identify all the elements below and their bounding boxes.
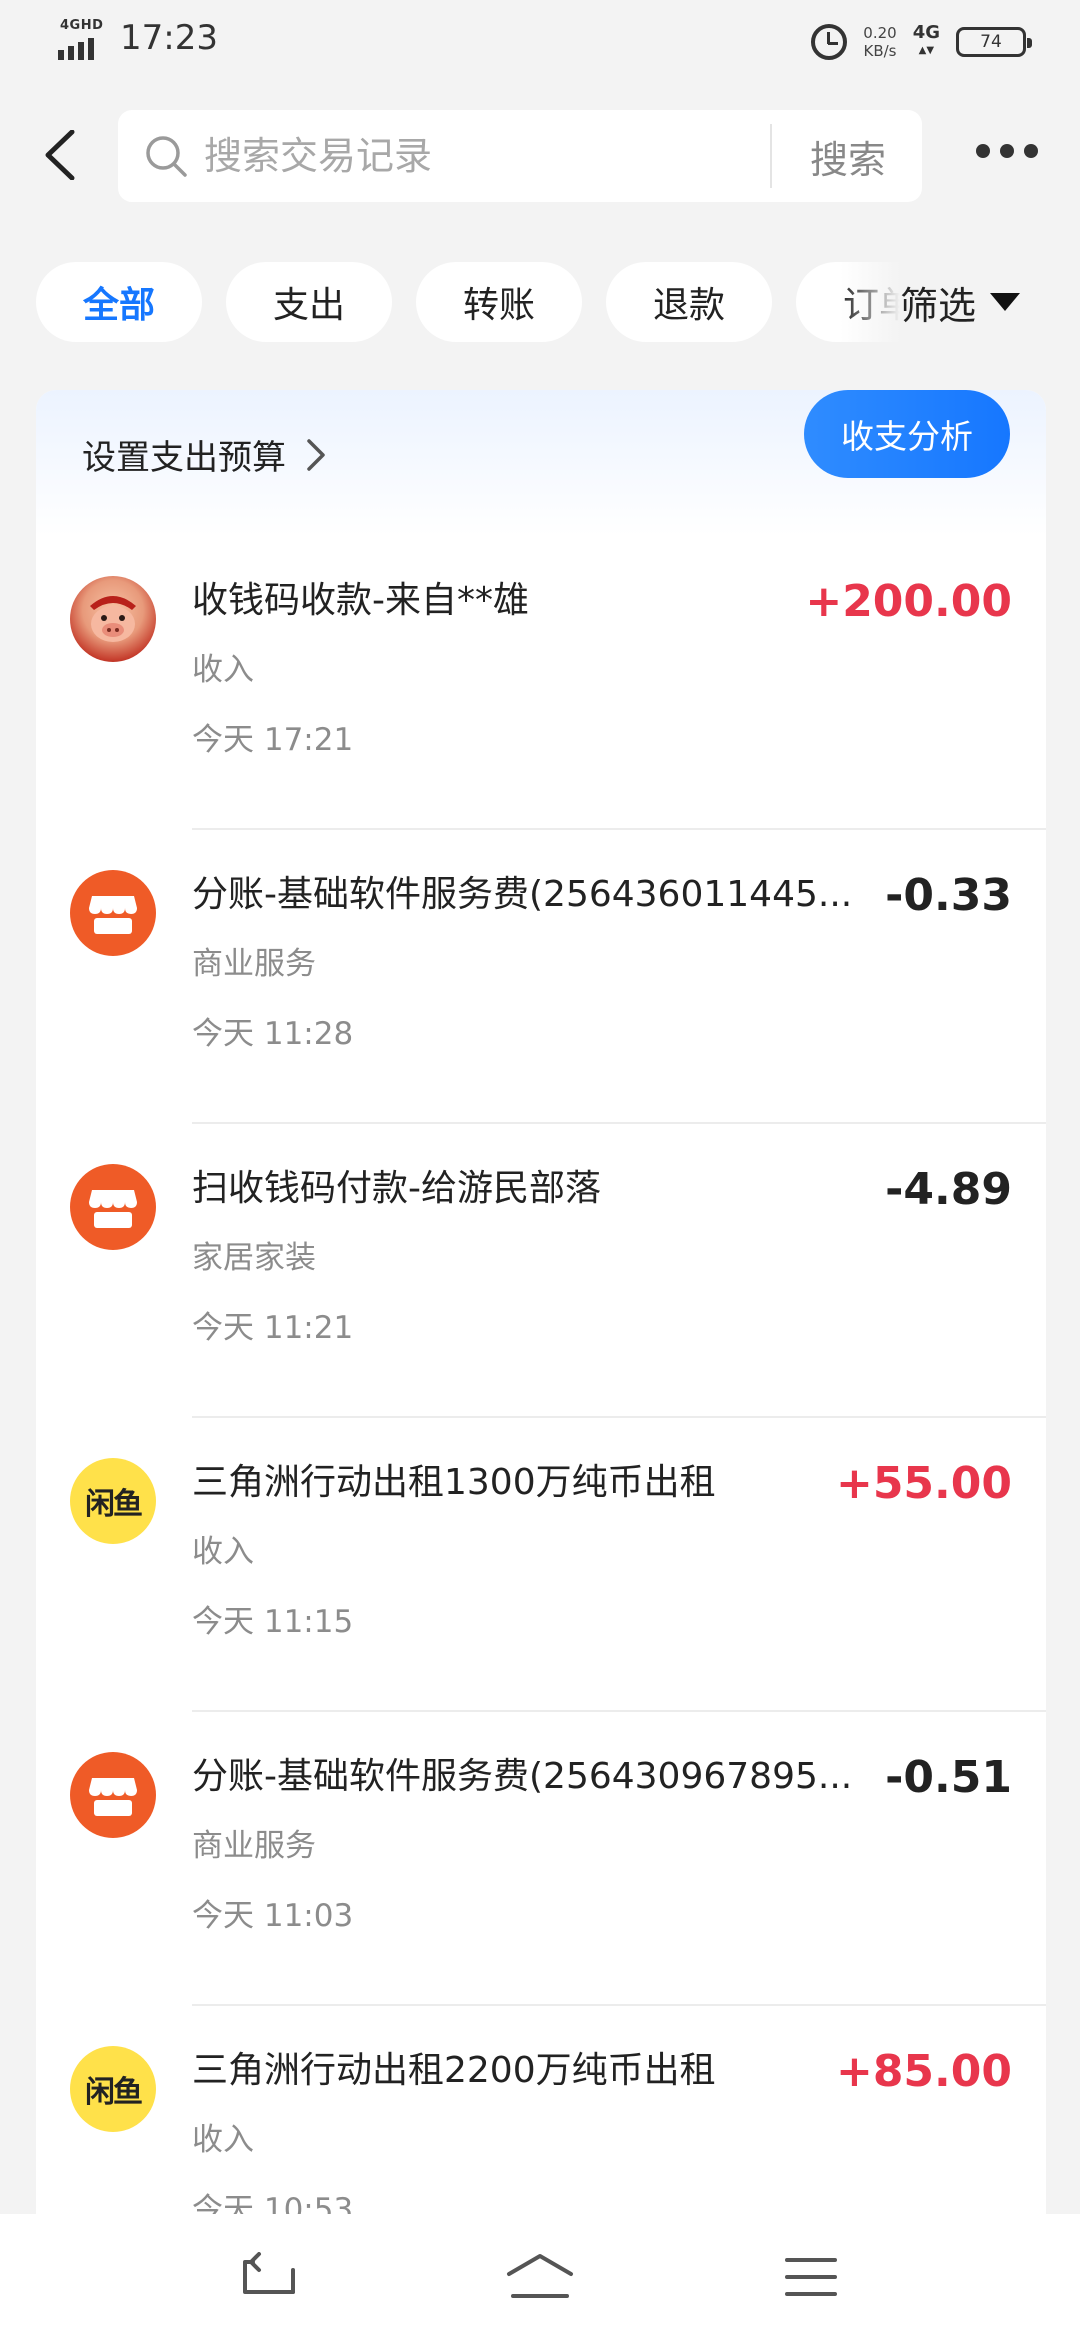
nav-home-icon[interactable]: [505, 2242, 575, 2312]
tab-refund[interactable]: 退款: [606, 262, 772, 342]
search-divider: [770, 124, 772, 188]
speed-value: 0.20: [863, 24, 897, 42]
network-speed: 0.20 KB/s: [863, 24, 896, 60]
search-box: 搜索: [118, 110, 922, 202]
network-label: 4GHD: [60, 18, 104, 33]
filter-button[interactable]: 筛选: [900, 262, 1080, 342]
mobile-type: 4G: [912, 22, 940, 43]
transaction-time: 今天 11:28: [192, 1016, 354, 1052]
dropdown-triangle-icon: [990, 293, 1021, 311]
tab-expense[interactable]: 支出: [226, 262, 392, 342]
xianyu-logo: 闲鱼: [70, 2046, 156, 2132]
tab-transfer[interactable]: 转账: [416, 262, 582, 342]
shop-icon: [70, 1752, 156, 1838]
transaction-amount: +85.00: [835, 2046, 1012, 2097]
budget-banner: 设置支出预算 收支分析: [36, 390, 1046, 536]
search-input[interactable]: [204, 110, 804, 202]
income-expense-analysis-button[interactable]: 收支分析: [804, 390, 1010, 478]
shop-icon: [70, 1164, 156, 1250]
status-bar: 4GHD 17:23 0.20 KB/s 4G ▲▼ 74: [0, 0, 1080, 84]
battery-icon: 74: [956, 27, 1032, 57]
transaction-title: 三角洲行动出租2200万纯币出租: [192, 2050, 716, 2091]
set-budget-link[interactable]: 设置支出预算: [82, 430, 328, 479]
transaction-category: 收入: [192, 1534, 254, 1570]
transaction-time: 今天 17:21: [192, 722, 354, 758]
transaction-amount: +200.00: [805, 576, 1012, 627]
nav-back-icon[interactable]: [234, 2242, 304, 2312]
transaction-item[interactable]: 扫收钱码付款-给游民部落 -4.89 家居家装 今天 11:21: [36, 1124, 1046, 1418]
transaction-item[interactable]: 分账-基础软件服务费(256436011445... -0.33 商业服务 今天…: [36, 830, 1046, 1124]
transaction-category: 家居家装: [192, 1240, 316, 1276]
transaction-title: 收钱码收款-来自**雄: [192, 580, 529, 621]
chevron-right-icon: [307, 438, 325, 471]
xianyu-logo: 闲鱼: [70, 1458, 156, 1544]
system-navigation-bar: [0, 2214, 1080, 2340]
back-arrow-icon[interactable]: [40, 130, 84, 180]
pig-avatar: [70, 576, 156, 662]
nav-menu-icon[interactable]: [776, 2242, 846, 2312]
transaction-category: 商业服务: [192, 1828, 316, 1864]
transaction-item[interactable]: 分账-基础软件服务费(256430967895... -0.51 商业服务 今天…: [36, 1712, 1046, 2006]
transaction-amount: +55.00: [835, 1458, 1012, 1509]
signal-icon: 4GHD: [58, 18, 106, 60]
filter-tabs: 全部 支出 转账 退款 订单 筛选: [0, 262, 1080, 342]
transaction-amount: -0.33: [885, 870, 1012, 921]
transaction-time: 今天 11:21: [192, 1310, 354, 1346]
transaction-amount: -0.51: [885, 1752, 1012, 1803]
battery-level: 74: [980, 32, 1002, 52]
mobile-data-icon: 4G ▲▼: [912, 22, 940, 57]
transaction-amount: -4.89: [885, 1164, 1012, 1215]
status-time: 17:23: [120, 18, 218, 58]
transaction-category: 商业服务: [192, 946, 316, 982]
alarm-icon: [811, 24, 848, 60]
speed-unit: KB/s: [863, 42, 897, 60]
status-indicators: 0.20 KB/s 4G ▲▼ 74: [811, 20, 1032, 64]
transaction-records-screen: 4GHD 17:23 0.20 KB/s 4G ▲▼ 74 搜索交易记录 搜索 …: [0, 0, 1080, 2340]
search-button[interactable]: 搜索: [774, 110, 922, 202]
set-budget-label: 设置支出预算: [82, 438, 286, 478]
transaction-item[interactable]: 闲鱼 三角洲行动出租1300万纯币出租 +55.00 收入 今天 11:15: [36, 1418, 1046, 1712]
filter-label: 筛选: [900, 283, 977, 328]
transaction-list-card: 设置支出预算 收支分析 收钱码收款-来自**雄 +200.00 收入 今天 17…: [36, 390, 1046, 2340]
transaction-title: 扫收钱码付款-给游民部落: [192, 1168, 601, 1209]
transaction-time: 今天 11:03: [192, 1898, 354, 1934]
more-options-icon[interactable]: [976, 144, 1038, 158]
tab-all[interactable]: 全部: [36, 262, 202, 342]
transaction-time: 今天 11:15: [192, 1604, 354, 1640]
search-icon: [146, 136, 187, 177]
transaction-title: 三角洲行动出租1300万纯币出租: [192, 1462, 716, 1503]
transaction-category: 收入: [192, 2122, 254, 2158]
transaction-category: 收入: [192, 652, 254, 688]
transaction-title: 分账-基础软件服务费(256430967895...: [192, 1756, 853, 1797]
transaction-title: 分账-基础软件服务费(256436011445...: [192, 874, 853, 915]
transaction-item[interactable]: 收钱码收款-来自**雄 +200.00 收入 今天 17:21: [36, 536, 1046, 830]
shop-icon: [70, 870, 156, 956]
